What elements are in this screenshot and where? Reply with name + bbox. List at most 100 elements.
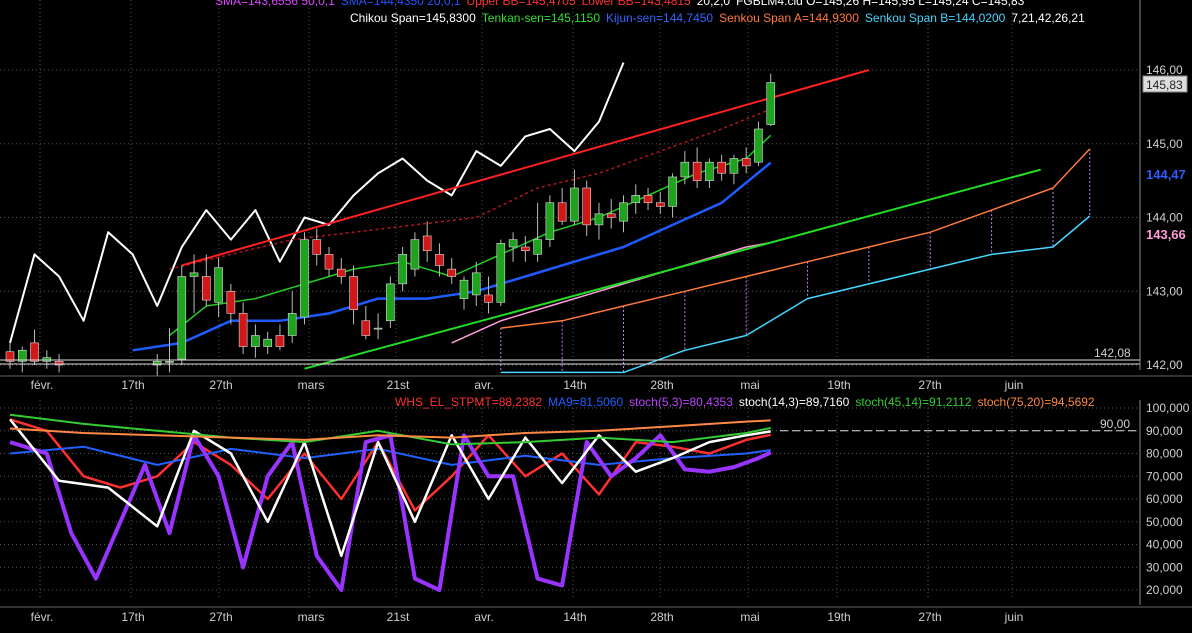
osc-y-tick: 50,000 — [1146, 515, 1183, 529]
osc-y-tick: 60,000 — [1146, 492, 1183, 506]
x-axis-label: févr. — [31, 378, 54, 392]
candle-body — [189, 272, 199, 277]
osc-y-tick: 40,000 — [1146, 538, 1183, 552]
candle-body — [42, 357, 52, 362]
osc-x-axis-label: mai — [740, 610, 759, 624]
candle-body — [251, 335, 260, 347]
osc-y-tick: 100,000 — [1146, 401, 1190, 415]
candle-body — [300, 239, 309, 318]
x-axis-label: juin — [1004, 378, 1024, 392]
low-marker-label: 142,08 — [1094, 346, 1131, 360]
osc-y-tick: 30,000 — [1146, 560, 1183, 574]
candle-body — [177, 276, 187, 360]
sma-price-label: 143,66 — [1146, 227, 1186, 242]
header-line1-item-1: SMA=144,4350 20,0,1 — [340, 0, 461, 8]
candle-body — [202, 276, 211, 301]
osc-x-axis-label: 28th — [650, 610, 673, 624]
osc-x-axis-label: 14th — [563, 610, 586, 624]
last-price-label: 145,83 — [1146, 78, 1183, 92]
candle-body — [30, 342, 39, 362]
x-axis-label: 21st — [387, 378, 410, 392]
candle-body — [705, 161, 714, 181]
candle-body — [226, 290, 236, 314]
x-axis-label: avr. — [474, 378, 493, 392]
candle-body — [680, 161, 690, 178]
chart-svg: 146,00 145,00 144,00 143,00 142,00 142,08 145,… — [0, 0, 1192, 628]
x-axis-label: mai — [740, 378, 759, 392]
candle-body — [545, 202, 555, 240]
osc-y-tick: 20,000 — [1146, 583, 1183, 597]
candle-body — [582, 187, 591, 226]
osc-x-axis-label: mars — [298, 610, 325, 624]
candle-body — [287, 313, 297, 336]
osc-x-axis-label: févr. — [31, 610, 54, 624]
candle-body — [594, 213, 604, 226]
header-line1-item-3: Lower BB=143,4815 — [581, 0, 691, 8]
header-line-2: Chikou Span=145,8300 Tenkan-sen=145,1150 K… — [350, 11, 1091, 25]
osc-y-tick: 70,000 — [1146, 469, 1183, 483]
candle-body — [496, 243, 506, 303]
candle-body — [336, 268, 346, 277]
osc-x-axis-label: 21st — [387, 610, 410, 624]
candle-body — [521, 246, 530, 251]
candle-body — [349, 276, 358, 310]
x-axis-label: 27th — [918, 378, 941, 392]
candle-body — [656, 202, 665, 207]
candle-body — [361, 320, 371, 336]
header-line-1: SMA=143,6556 50,0,1 SMA=144,4350 20,0,1 Up… — [215, 0, 1030, 8]
candle-body — [631, 195, 641, 204]
candle-body — [643, 195, 653, 204]
header-line2-item-0: Chikou Span=145,8300 — [350, 11, 476, 25]
header-line2-item-2: Kijun-sen=144,7450 — [606, 11, 714, 25]
chart-root: 146,00 145,00 144,00 143,00 142,00 142,08 145,… — [0, 0, 1192, 628]
candle-body — [373, 327, 383, 330]
osc-x-axis-label: 27th — [918, 610, 941, 624]
candle-body — [214, 267, 223, 303]
candle-body — [459, 279, 469, 299]
candle-body — [570, 187, 579, 222]
candle-body — [410, 239, 420, 270]
osc-x-axis-label: avr. — [474, 610, 493, 624]
candle-body — [606, 213, 616, 218]
osc-y-tick: 80,000 — [1146, 447, 1183, 461]
price-y-tick: 146,00 — [1146, 63, 1183, 77]
header-line2-item-1: Tenkan-sen=145,1150 — [481, 11, 600, 25]
x-axis-label: 14th — [563, 378, 586, 392]
candle-body — [484, 294, 493, 303]
header-line1-item-2: Upper BB=145,4705 — [466, 0, 576, 8]
candle-body — [533, 239, 542, 255]
osc-x-axis-label: 17th — [121, 610, 144, 624]
candle-body — [275, 335, 285, 347]
header-line1-item-4: 20,2,0 — [696, 0, 731, 8]
header-line2-item-5: 7,21,42,26,21 — [1011, 11, 1085, 25]
candle-body — [766, 82, 776, 125]
candle-body — [324, 254, 334, 270]
candle-body — [717, 161, 726, 174]
candle-body — [729, 158, 739, 174]
candle-body — [508, 239, 518, 248]
x-axis-label: 19th — [827, 378, 850, 392]
price-y-tick: 145,00 — [1146, 137, 1183, 151]
header-line1-item-0: SMA=143,6556 50,0,1 — [215, 0, 335, 8]
osc-x-axis-label: juin — [1004, 610, 1024, 624]
candle-body — [557, 202, 567, 222]
candle-body — [422, 235, 432, 251]
header-line1-item-5: FGBLM4.cld O=145,26 H=145,95 L=145,24 C=… — [736, 0, 1025, 8]
price-y-tick: 142,00 — [1146, 358, 1183, 372]
candle-body — [165, 361, 174, 363]
candle-body — [398, 254, 407, 285]
candle-body — [238, 313, 248, 347]
candle-body — [668, 176, 677, 207]
osc-legend-item-0: WHS_EL_STPMT=88,2382 — [395, 395, 543, 409]
candle-body — [386, 283, 395, 322]
candle-body — [692, 161, 702, 181]
candle-body — [447, 268, 457, 277]
candle-body — [619, 202, 628, 222]
candle-body — [754, 128, 763, 163]
price-y-tick: 144,00 — [1146, 211, 1183, 225]
candle-body — [435, 254, 444, 266]
osc-legend-item-1: MA9=81,5060 — [548, 395, 624, 409]
osc-reference-label: 90,00 — [1100, 417, 1130, 431]
x-axis-label: 17th — [121, 378, 144, 392]
x-axis-label: mars — [298, 378, 325, 392]
